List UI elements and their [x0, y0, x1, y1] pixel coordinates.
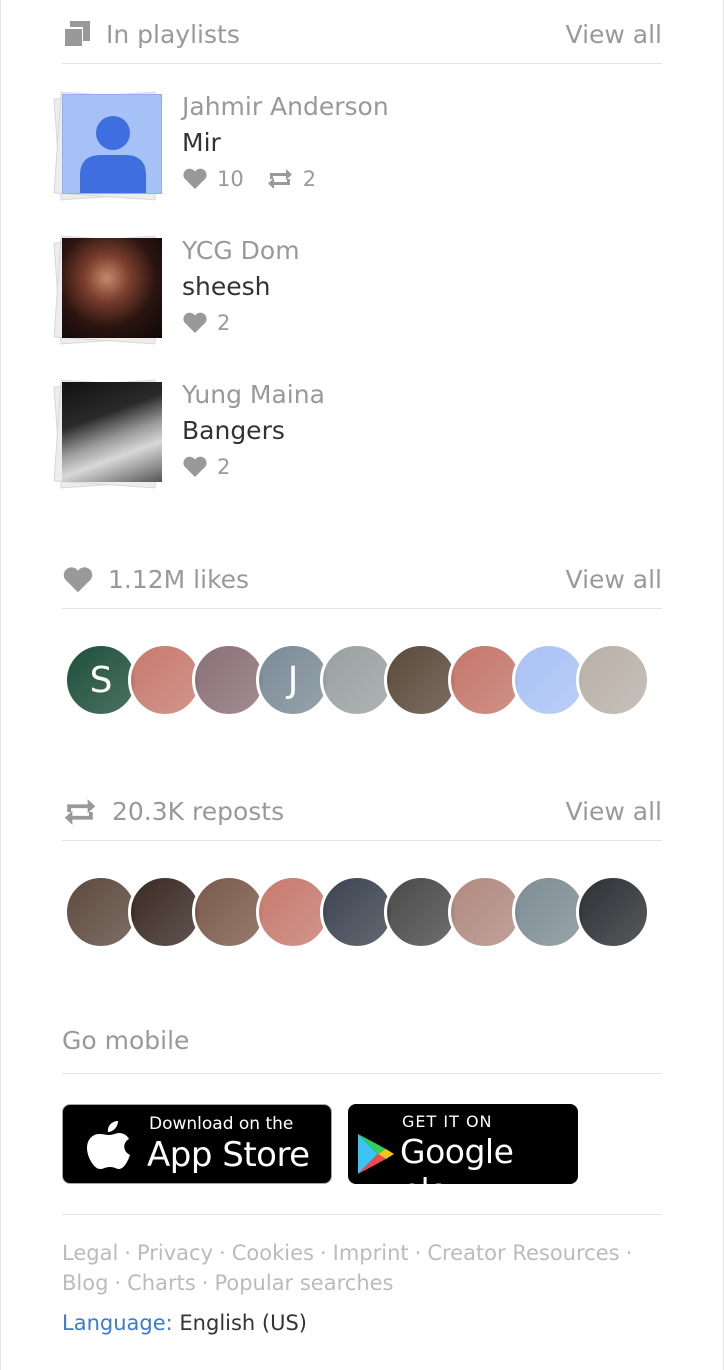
footer-link-popular-searches[interactable]: Popular searches: [214, 1271, 393, 1295]
footer-link-imprint[interactable]: Imprint: [333, 1241, 409, 1265]
playlist-artwork[interactable]: [52, 90, 167, 205]
user-avatar[interactable]: [320, 875, 394, 949]
google-play-badge[interactable]: GET IT ON Google play: [348, 1104, 578, 1210]
playlist-name[interactable]: Mir: [182, 124, 389, 162]
playlists-title: In playlists: [62, 20, 240, 49]
repost-count: 2: [266, 167, 316, 191]
go-mobile-heading: Go mobile: [62, 1026, 190, 1055]
playlist-item[interactable]: YCG Dom sheesh 2: [52, 234, 652, 349]
user-avatar[interactable]: [192, 643, 266, 717]
likes-heading: 1.12M likes: [108, 565, 250, 594]
user-avatar[interactable]: [576, 875, 650, 949]
footer-links: Legal · Privacy · Cookies · Imprint · Creator Re…: [62, 1241, 633, 1295]
reposts-view-all-link[interactable]: View all: [566, 797, 662, 826]
user-avatar[interactable]: [128, 875, 202, 949]
google-play-small-text: GET IT ON: [402, 1112, 493, 1131]
user-avatar[interactable]: J: [256, 643, 330, 717]
avatar-letter: S: [89, 659, 113, 701]
playlist-user[interactable]: Jahmir Anderson: [182, 90, 389, 124]
go-mobile-header: Go mobile: [62, 1022, 662, 1074]
like-count: 10: [182, 167, 244, 191]
reposts-title: 20.3K reposts: [62, 797, 284, 826]
footer-link-cookies[interactable]: Cookies: [232, 1241, 314, 1265]
playlist-artwork[interactable]: [52, 234, 167, 349]
footer-link-creator-resources[interactable]: Creator Resources: [427, 1241, 619, 1265]
language-value: English (US): [179, 1311, 307, 1335]
user-avatar[interactable]: [384, 875, 458, 949]
user-avatar[interactable]: [448, 875, 522, 949]
likes-view-all-link[interactable]: View all: [566, 565, 662, 594]
playlist-name[interactable]: sheesh: [182, 268, 300, 306]
heart-icon: [183, 312, 207, 333]
language-label[interactable]: Language:: [62, 1311, 173, 1335]
user-avatar[interactable]: [256, 875, 330, 949]
playlist-item[interactable]: Yung Maina Bangers 2: [52, 378, 652, 493]
playlists-view-all-link[interactable]: View all: [566, 20, 662, 49]
playlist-artwork[interactable]: [52, 378, 167, 493]
like-count: 2: [182, 455, 230, 479]
user-avatar[interactable]: [128, 643, 202, 717]
playlist-icon: [63, 20, 90, 47]
playlist-user[interactable]: YCG Dom: [182, 234, 300, 268]
heart-icon: [183, 168, 207, 189]
heart-icon: [63, 566, 93, 592]
likes-header: 1.12M likes View all: [62, 559, 662, 609]
user-avatar[interactable]: [320, 643, 394, 717]
footer-link-legal[interactable]: Legal: [62, 1241, 118, 1265]
reposts-header: 20.3K reposts View all: [62, 791, 662, 841]
reposters-avatars: [64, 875, 664, 949]
playlist-user[interactable]: Yung Maina: [182, 378, 325, 412]
user-avatar[interactable]: [192, 875, 266, 949]
playlists-heading: In playlists: [106, 20, 240, 49]
left-border: [0, 0, 1, 1370]
user-avatar[interactable]: [512, 643, 586, 717]
user-avatar[interactable]: S: [64, 643, 138, 717]
footer-link-privacy[interactable]: Privacy: [137, 1241, 213, 1265]
like-count: 2: [182, 311, 230, 335]
user-avatar[interactable]: [576, 643, 650, 717]
likers-avatars: SJ: [64, 643, 664, 717]
user-avatar[interactable]: [64, 875, 138, 949]
reposts-heading: 20.3K reposts: [112, 797, 285, 826]
app-store-small-text: Download on the: [149, 1114, 294, 1134]
user-avatar[interactable]: [384, 643, 458, 717]
playlist-name[interactable]: Bangers: [182, 412, 325, 450]
footer-link-blog[interactable]: Blog: [62, 1271, 108, 1295]
avatar-letter: J: [287, 659, 299, 701]
playlists-header: In playlists View all: [62, 14, 662, 64]
apple-icon: [87, 1121, 130, 1169]
portrait-artwork: [62, 238, 162, 338]
language-selector: Language: English (US): [62, 1308, 307, 1338]
footer-divider: [62, 1214, 662, 1215]
heart-icon: [183, 456, 207, 477]
default-avatar-artwork: [62, 94, 162, 194]
playlist-item[interactable]: Jahmir Anderson Mir 10 2: [52, 90, 652, 205]
app-store-big-text: App Store: [147, 1135, 310, 1175]
user-avatar[interactable]: [512, 875, 586, 949]
portrait-artwork: [62, 382, 162, 482]
user-avatar[interactable]: [448, 643, 522, 717]
google-play-icon: [358, 1134, 394, 1174]
app-store-badge[interactable]: Download on the App Store: [62, 1104, 332, 1184]
footer-link-charts[interactable]: Charts: [127, 1271, 196, 1295]
google-play-big-text: Google play: [400, 1132, 514, 1210]
likes-title: 1.12M likes: [62, 565, 249, 594]
repost-icon: [267, 169, 292, 189]
repost-icon: [64, 798, 96, 825]
